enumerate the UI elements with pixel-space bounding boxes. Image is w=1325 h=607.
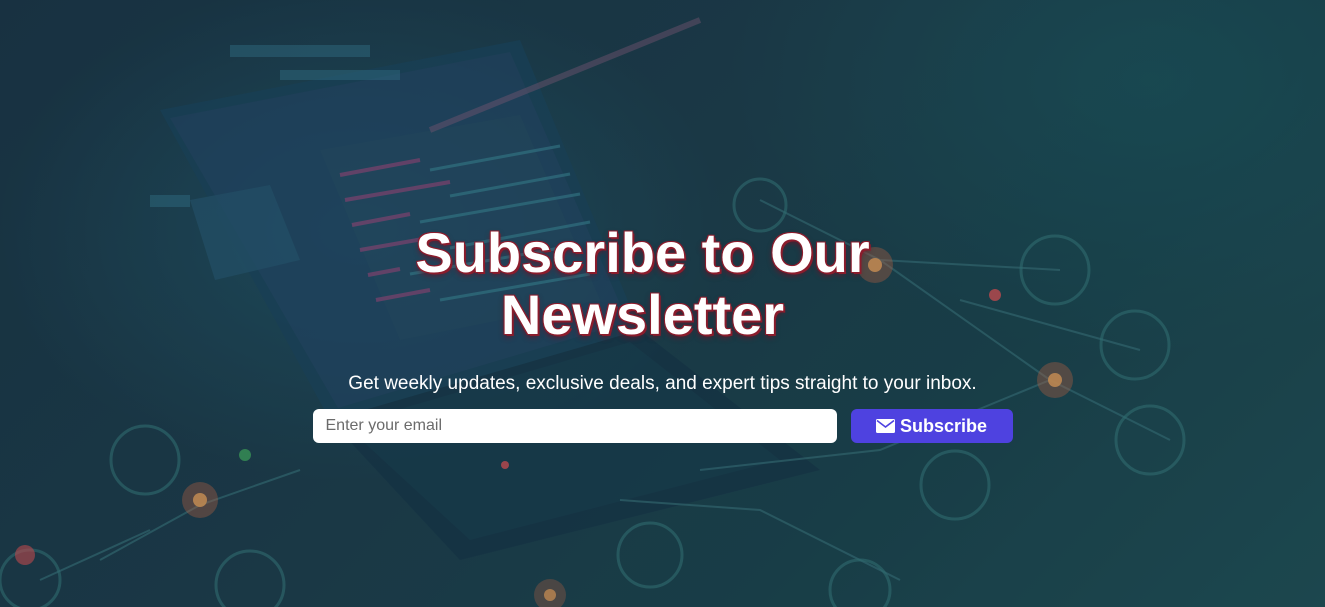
page-title: Subscribe to Our Newsletter: [415, 221, 870, 346]
newsletter-subtitle: Get weekly updates, exclusive deals, and…: [348, 373, 977, 394]
newsletter-content: Subscribe to Our Newsletter Get weekly u…: [0, 222, 1325, 443]
envelope-icon: [875, 419, 895, 433]
newsletter-form: Subscribe: [312, 409, 1013, 443]
subscribe-label: Subscribe: [899, 415, 988, 436]
subscribe-button[interactable]: Subscribe: [850, 409, 1013, 443]
email-input[interactable]: [312, 409, 837, 443]
newsletter-hero: Subscribe to Our Newsletter Get weekly u…: [0, 0, 1325, 607]
